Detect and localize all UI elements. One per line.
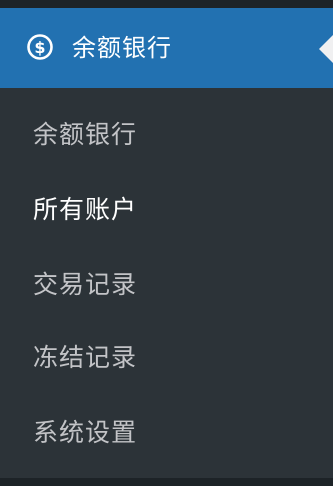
dollar-circle-icon: $ <box>26 33 54 61</box>
submenu-item-system-settings[interactable]: 系统设置 <box>33 415 137 451</box>
svg-text:$: $ <box>34 38 45 57</box>
admin-menu-top-edge <box>0 0 333 8</box>
submenu-item-balance-bank[interactable]: 余额银行 <box>33 117 137 153</box>
submenu-item-transactions[interactable]: 交易记录 <box>33 267 137 303</box>
submenu: 余额银行 所有账户 交易记录 冻结记录 系统设置 <box>0 88 333 478</box>
admin-menu-bottom-edge <box>0 478 333 486</box>
submenu-item-all-accounts[interactable]: 所有账户 <box>33 192 137 228</box>
menu-header-title: 余额银行 <box>72 34 172 62</box>
current-menu-arrow <box>319 35 333 63</box>
submenu-item-frozen-records[interactable]: 冻结记录 <box>33 340 137 376</box>
menu-header-balance-bank[interactable]: $ 余额银行 <box>0 8 333 88</box>
